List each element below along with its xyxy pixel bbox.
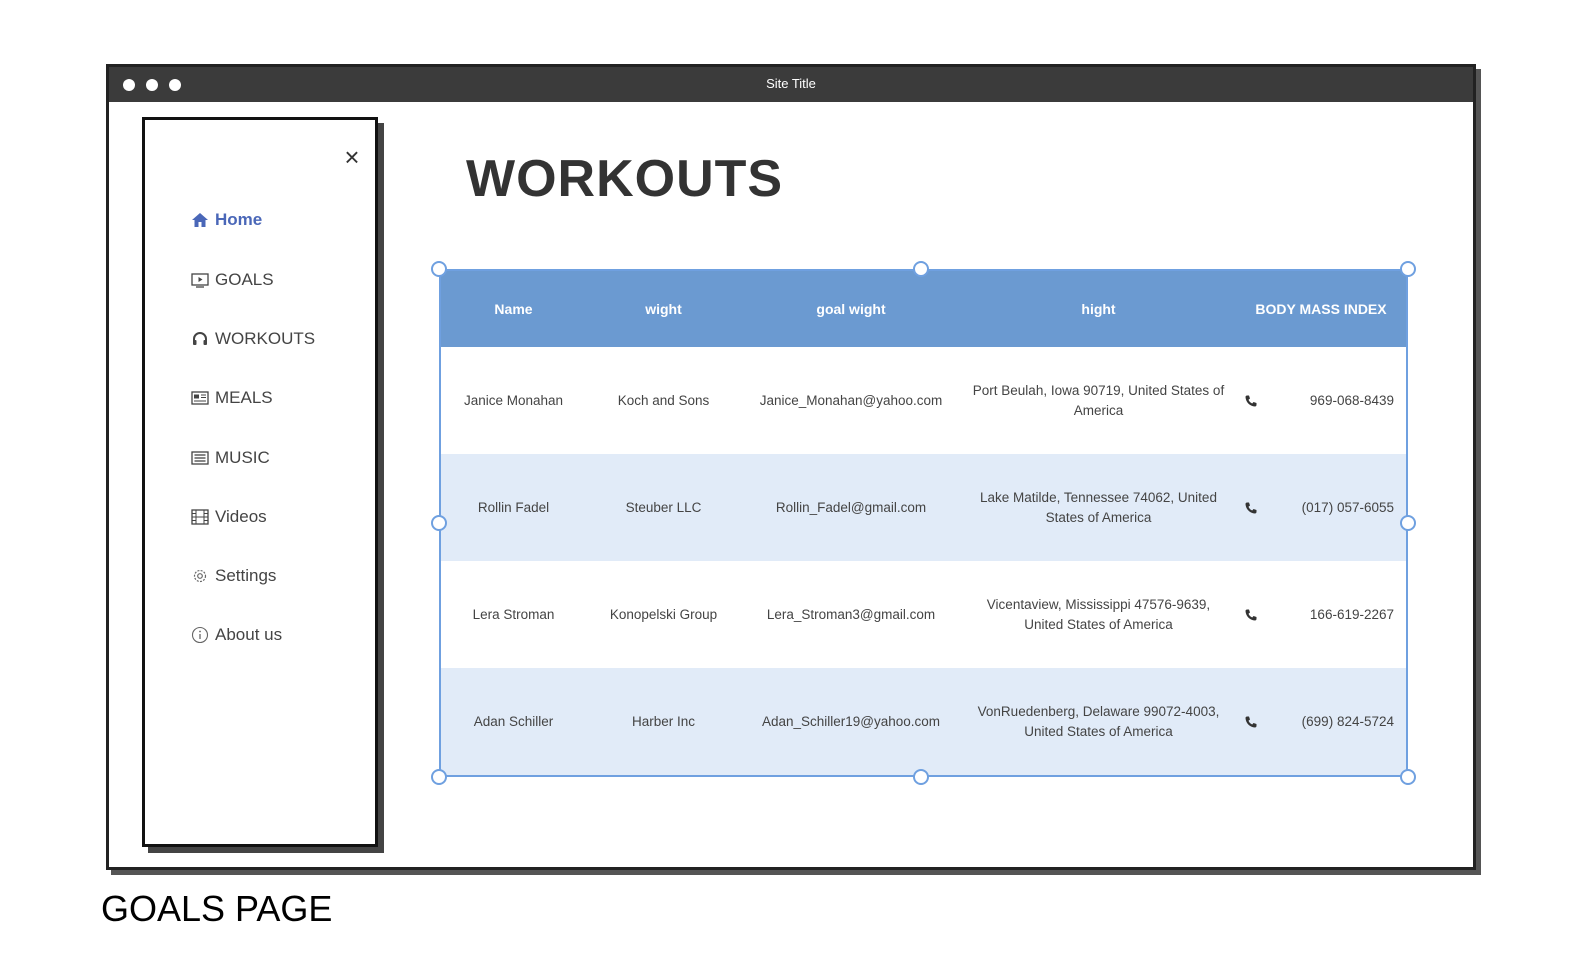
sidebar-item-workouts[interactable]: WORKOUTS [191, 329, 315, 349]
cell-hight: Port Beulah, Iowa 90719, United States o… [972, 382, 1225, 418]
cell-hight: Vicentaview, Mississippi 47576-9639, Uni… [986, 596, 1211, 632]
headphones-icon [193, 332, 207, 345]
sidebar-item-goals[interactable]: GOALS [191, 270, 274, 290]
phone-number: 969-068-8439 [1309, 392, 1394, 408]
film-icon [191, 509, 209, 525]
phone-icon [1245, 395, 1257, 406]
resize-handle-top-left[interactable] [431, 261, 447, 277]
sidebar-item-label: MUSIC [215, 448, 270, 467]
cell-bmi: 969-068-8439 [1236, 347, 1406, 454]
cell-name: Lera Stroman [472, 606, 555, 622]
cell-hight: VonRuedenberg, Delaware 99072-4003, Unit… [977, 703, 1220, 739]
sidebar-item-label: MEALS [215, 388, 273, 407]
cell-bmi: 166-619-2267 [1236, 561, 1406, 668]
sidebar-item-settings[interactable]: Settings [191, 566, 276, 586]
cell-goal-wight: Rollin_Fadel@gmail.com [775, 499, 927, 515]
home-icon [192, 213, 208, 227]
cell-wight: Steuber LLC [625, 499, 702, 515]
sidebar-item-home[interactable]: Home [191, 210, 262, 230]
newspaper-icon [191, 391, 209, 405]
phone-icon [1245, 502, 1257, 513]
browser-window: Site Title × Home GOALS WORKOUTS MEALS M… [106, 64, 1476, 870]
column-header-hight[interactable]: hight [961, 271, 1236, 347]
cell-wight: Konopelski Group [609, 606, 718, 622]
table-row[interactable]: Lera Stroman Konopelski Group Lera_Strom… [441, 561, 1406, 668]
table-header-row: Name wight goal wight hight BODY MASS IN… [441, 271, 1406, 347]
cell-name: Rollin Fadel [477, 499, 550, 515]
cell-name: Adan Schiller [473, 713, 554, 729]
resize-handle-top[interactable] [913, 261, 929, 277]
site-title: Site Title [766, 76, 816, 91]
sidebar-item-meals[interactable]: MEALS [191, 388, 273, 408]
info-icon [191, 626, 209, 644]
resize-handle-top-right[interactable] [1400, 261, 1416, 277]
title-bar: Site Title [109, 67, 1473, 102]
column-header-bmi[interactable]: BODY MASS INDEX [1236, 271, 1406, 347]
cell-bmi: (017) 057-6055 [1236, 454, 1406, 561]
page-title: WORKOUTS [466, 150, 784, 208]
phone-icon [1245, 716, 1257, 727]
column-header-wight[interactable]: wight [586, 271, 741, 347]
sidebar-item-music[interactable]: MUSIC [191, 448, 270, 468]
cell-goal-wight: Lera_Stroman3@gmail.com [766, 606, 936, 622]
table-row[interactable]: Adan Schiller Harber Inc Adan_Schiller19… [441, 668, 1406, 775]
phone-number: (699) 824-5724 [1301, 713, 1394, 729]
cell-hight: Lake Matilde, Tennessee 74062, United St… [980, 489, 1217, 525]
cell-wight: Koch and Sons [617, 392, 710, 408]
cell-bmi: (699) 824-5724 [1236, 668, 1406, 775]
sidebar-item-videos[interactable]: Videos [191, 507, 267, 527]
list-box-icon [191, 451, 209, 465]
sidebar: × Home GOALS WORKOUTS MEALS MUSIC Videos [142, 117, 378, 847]
video-play-icon [191, 273, 209, 288]
close-icon[interactable]: × [341, 144, 363, 170]
table-row[interactable]: Janice Monahan Koch and Sons Janice_Mona… [441, 347, 1406, 454]
sidebar-item-label: Home [215, 210, 263, 229]
phone-number: (017) 057-6055 [1301, 499, 1394, 515]
cell-goal-wight: Janice_Monahan@yahoo.com [759, 392, 943, 408]
cell-wight: Harber Inc [631, 713, 696, 729]
phone-icon [1245, 609, 1257, 620]
resize-handle-right[interactable] [1400, 515, 1416, 531]
data-table: Name wight goal wight hight BODY MASS IN… [441, 271, 1406, 775]
table-row[interactable]: Rollin Fadel Steuber LLC Rollin_Fadel@gm… [441, 454, 1406, 561]
sidebar-item-label: WORKOUTS [215, 329, 316, 348]
resize-handle-bottom-left[interactable] [431, 769, 447, 785]
column-header-name[interactable]: Name [441, 271, 586, 347]
cell-goal-wight: Adan_Schiller19@yahoo.com [761, 713, 941, 729]
page-caption: GOALS PAGE [101, 888, 333, 929]
gear-icon [193, 569, 207, 583]
phone-number: 166-619-2267 [1309, 606, 1394, 622]
resize-handle-bottom-right[interactable] [1400, 769, 1416, 785]
column-header-goal-wight[interactable]: goal wight [741, 271, 961, 347]
cell-name: Janice Monahan [463, 392, 564, 408]
sidebar-item-label: Videos [215, 507, 267, 526]
resize-handle-bottom[interactable] [913, 769, 929, 785]
resize-handle-left[interactable] [431, 515, 447, 531]
data-table-container: Name wight goal wight hight BODY MASS IN… [431, 261, 1416, 785]
sidebar-item-label: About us [215, 625, 283, 644]
sidebar-item-label: GOALS [215, 270, 274, 289]
sidebar-item-label: Settings [215, 566, 277, 585]
sidebar-item-about[interactable]: About us [191, 625, 282, 645]
